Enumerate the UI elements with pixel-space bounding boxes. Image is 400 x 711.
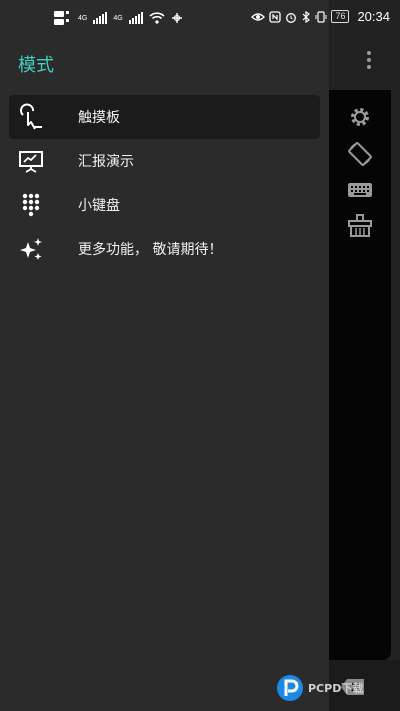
eye-icon bbox=[251, 12, 266, 21]
navigation-drawer: 模式 触摸板 汇报演示 小键盘 更多功能， 敬请期待！ bbox=[0, 0, 329, 711]
more-vert-icon[interactable] bbox=[363, 50, 375, 70]
settings-icon[interactable] bbox=[344, 103, 376, 131]
screen-rotate-icon[interactable] bbox=[344, 140, 376, 168]
keyboard-icon[interactable] bbox=[344, 176, 376, 204]
menu-item-label: 触摸板 bbox=[78, 110, 120, 126]
hd-icon bbox=[54, 11, 69, 25]
drawer-title: 模式 bbox=[18, 55, 54, 76]
alarm-icon bbox=[286, 12, 297, 23]
watermark-logo-icon bbox=[277, 675, 303, 701]
bluetooth-icon bbox=[303, 10, 311, 23]
nfc-share-icon bbox=[171, 13, 182, 23]
status-left: 4G 4G bbox=[54, 10, 183, 26]
clear-icon[interactable] bbox=[344, 212, 376, 240]
battery-icon: 76 bbox=[331, 10, 350, 23]
vibrate-icon bbox=[315, 10, 327, 23]
keypad-icon bbox=[17, 191, 45, 219]
signal-1-label: 4G bbox=[78, 14, 88, 22]
presentation-icon bbox=[17, 147, 45, 175]
menu-item-label: 小键盘 bbox=[78, 198, 120, 214]
watermark-text: PCPD下载 bbox=[308, 682, 364, 695]
signal-icon bbox=[93, 12, 108, 24]
menu-item-keypad[interactable]: 小键盘 bbox=[9, 183, 320, 227]
signal-2-label: 4G bbox=[113, 14, 123, 22]
mode-menu: 触摸板 汇报演示 小键盘 更多功能， 敬请期待！ bbox=[9, 95, 320, 271]
status-right: 76 20:34 bbox=[251, 9, 390, 24]
menu-item-label: 汇报演示 bbox=[78, 154, 134, 170]
watermark: PCPD下载 bbox=[276, 674, 363, 702]
menu-item-more[interactable]: 更多功能， 敬请期待！ bbox=[9, 227, 320, 271]
wifi-icon bbox=[149, 12, 165, 24]
touchpad-icon bbox=[17, 103, 45, 131]
status-bar: 4G 4G 76 20:34 bbox=[0, 0, 400, 36]
status-time: 20:34 bbox=[357, 9, 390, 24]
signal-icon bbox=[128, 12, 143, 24]
nfc-icon bbox=[269, 10, 282, 23]
menu-item-presentation[interactable]: 汇报演示 bbox=[9, 139, 320, 183]
menu-item-touchpad[interactable]: 触摸板 bbox=[9, 95, 320, 139]
sparkle-icon bbox=[17, 235, 45, 263]
menu-item-label: 更多功能， 敬请期待！ bbox=[78, 242, 223, 258]
